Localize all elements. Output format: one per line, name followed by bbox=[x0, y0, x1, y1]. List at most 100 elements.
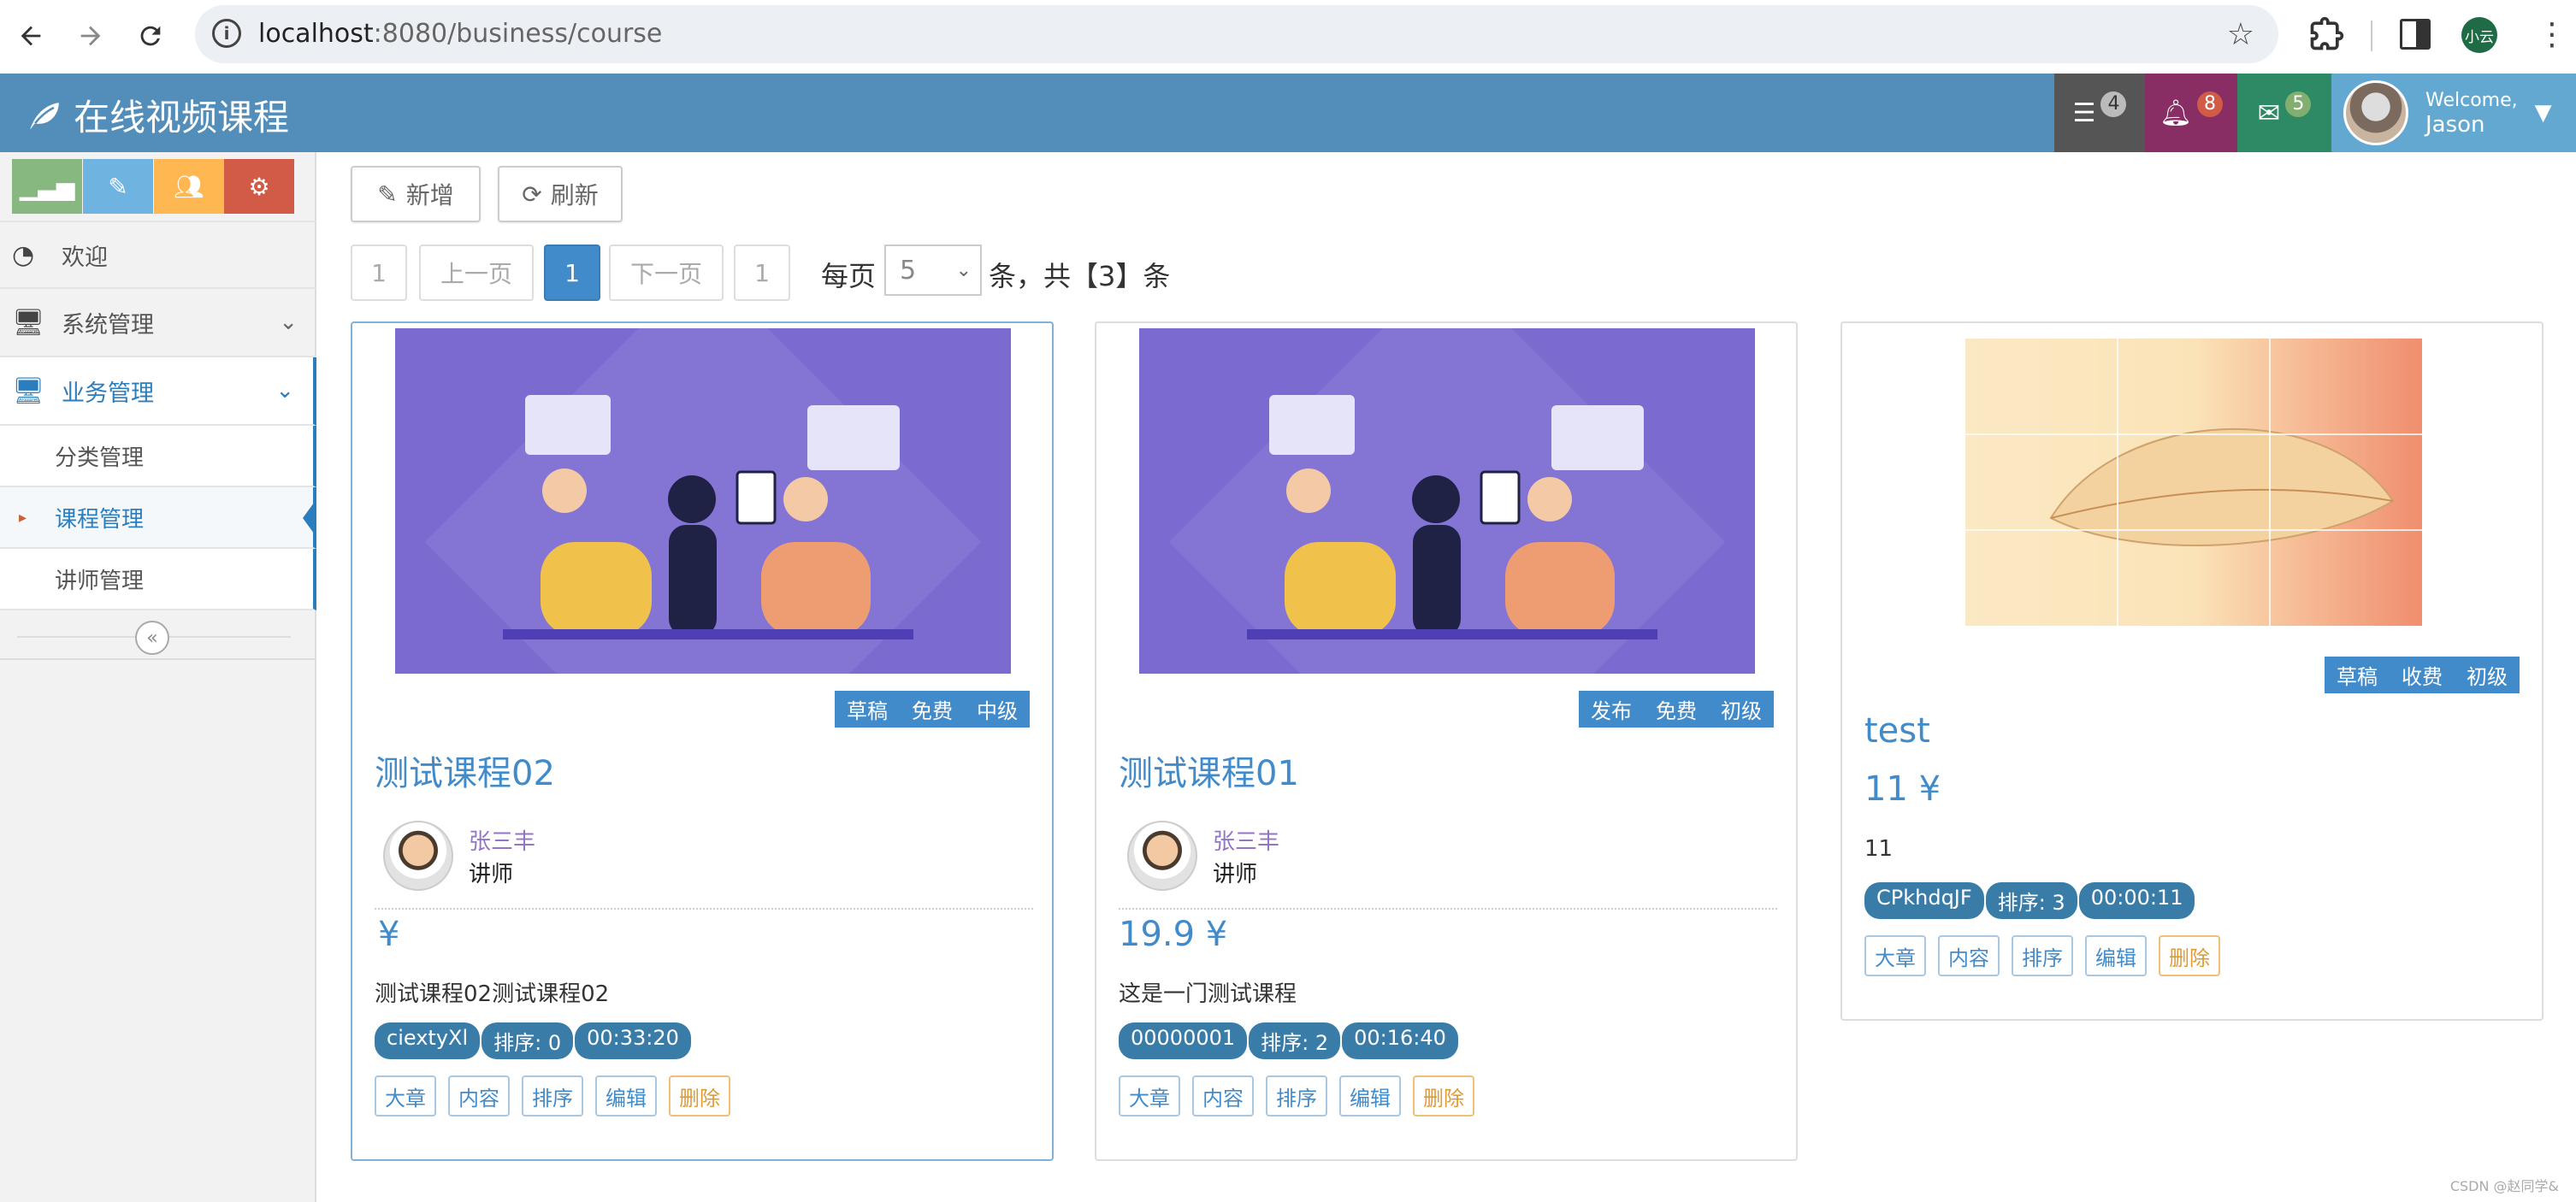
refresh-button[interactable]: ⟳ 刷新 bbox=[498, 166, 623, 222]
notifications-button[interactable]: 🔔︎ 8 bbox=[2145, 74, 2237, 152]
course-card: 发布 免费 初级 测试课程01 张三丰 讲师 19.9 ¥ 这是一门测试课程 0… bbox=[1095, 263, 1798, 1161]
teacher-avatar bbox=[1127, 821, 1197, 891]
course-tags: 草稿 免费 中级 bbox=[835, 691, 1030, 728]
brand-title: 在线视频课程 bbox=[74, 97, 290, 138]
user-menu[interactable]: Welcome, Jason ▼ bbox=[2331, 74, 2576, 152]
course-duration-pill: 00:00:11 bbox=[2078, 882, 2195, 919]
content-button[interactable]: 内容 bbox=[1938, 935, 2000, 976]
extensions-icon[interactable] bbox=[2307, 15, 2345, 56]
signal-icon: ▁▃▅ bbox=[19, 172, 75, 201]
edit-button[interactable]: 编辑 bbox=[1339, 1075, 1401, 1117]
chapter-button[interactable]: 大章 bbox=[1119, 1075, 1180, 1117]
course-price: ¥ bbox=[378, 915, 400, 954]
bookmark-star-icon[interactable]: ☆ bbox=[2227, 17, 2254, 52]
current-page-button[interactable]: 1 bbox=[544, 245, 600, 301]
course-title[interactable]: 测试课程01 bbox=[1119, 745, 1299, 795]
teacher-name[interactable]: 张三丰 bbox=[469, 824, 535, 856]
leaf-icon bbox=[27, 99, 62, 133]
course-price: 11 ¥ bbox=[1864, 769, 1941, 809]
chapter-button[interactable]: 大章 bbox=[375, 1075, 436, 1117]
card-divider bbox=[375, 908, 1033, 910]
tasks-button[interactable]: ☰ 4 bbox=[2054, 74, 2145, 152]
sidebar-item-label: 欢迎 bbox=[62, 244, 108, 271]
total-count-text: 条，共【3】条 bbox=[989, 260, 1171, 292]
teacher-role: 讲师 bbox=[1213, 862, 1258, 887]
course-code-pill: 00000001 bbox=[1119, 1022, 1248, 1059]
teacher-role: 讲师 bbox=[469, 862, 514, 887]
course-summary: 这是一门测试课程 bbox=[1119, 981, 1297, 1007]
chapter-button[interactable]: 大章 bbox=[1864, 935, 1926, 976]
card-divider bbox=[1119, 908, 1777, 910]
course-image bbox=[1965, 339, 2422, 626]
messages-button[interactable]: ✉ 5 bbox=[2237, 74, 2331, 152]
next-page-button[interactable]: 下一页 bbox=[609, 245, 724, 301]
signal-shortcut-button[interactable]: ▁▃▅ bbox=[12, 159, 82, 214]
tasks-icon: ☰ bbox=[2072, 97, 2096, 128]
sort-button[interactable]: 排序 bbox=[522, 1075, 583, 1117]
brand[interactable]: 在线视频课程 bbox=[26, 89, 289, 141]
course-code-pill: ciextyXl bbox=[375, 1022, 481, 1059]
teacher-avatar bbox=[383, 821, 453, 891]
profile-avatar[interactable]: 小云 bbox=[2461, 17, 2497, 53]
course-sort-pill: 排序: 2 bbox=[1249, 1022, 1341, 1059]
welcome-text: Welcome, bbox=[2425, 90, 2518, 111]
user-avatar bbox=[2343, 80, 2408, 145]
notifications-badge: 8 bbox=[2197, 91, 2224, 117]
sidebar-bottom-border bbox=[0, 658, 316, 660]
users-shortcut-button[interactable]: 👥︎ bbox=[154, 159, 224, 214]
url-text: localhost:8080/business/course bbox=[258, 19, 663, 49]
envelope-icon: ✉ bbox=[2257, 97, 2281, 129]
last-page-button[interactable]: 1 bbox=[734, 245, 790, 301]
sidebar-item-business[interactable]: 🖥︎ 业务管理 ⌄ bbox=[0, 357, 316, 426]
sidebar-item-system[interactable]: 🖥︎ 系统管理 ⌄ bbox=[0, 289, 316, 357]
content-button[interactable]: 内容 bbox=[1192, 1075, 1254, 1117]
course-image bbox=[1139, 263, 1755, 821]
course-duration-pill: 00:16:40 bbox=[1342, 1022, 1458, 1059]
prev-page-button[interactable]: 上一页 bbox=[419, 245, 534, 301]
delete-button[interactable]: 删除 bbox=[1413, 1075, 1474, 1117]
sidebar-subitem-course[interactable]: ▸ 课程管理 bbox=[0, 487, 316, 549]
course-tags: 草稿 收费 初级 bbox=[2325, 657, 2520, 693]
content-button[interactable]: 内容 bbox=[448, 1075, 510, 1117]
reload-icon[interactable] bbox=[130, 15, 171, 56]
sidebar-subitem-label: 讲师管理 bbox=[55, 568, 145, 594]
course-meta-pills: CPkhdqJF 排序: 3 00:00:11 bbox=[1864, 882, 2195, 919]
sidebar-subitem-category[interactable]: 分类管理 bbox=[0, 426, 316, 487]
edit-button[interactable]: 编辑 bbox=[2085, 935, 2147, 976]
per-page-select[interactable]: 5 ⌄ bbox=[884, 245, 982, 296]
sidebar-item-label: 系统管理 bbox=[62, 311, 154, 339]
pencil-shortcut-button[interactable]: ✎ bbox=[83, 159, 153, 214]
per-page-label: 每页 bbox=[821, 260, 877, 292]
forward-icon[interactable] bbox=[70, 15, 111, 56]
sidebar-item-welcome[interactable]: ◔ 欢迎 bbox=[0, 221, 316, 289]
side-panel-icon[interactable] bbox=[2400, 19, 2431, 50]
site-info-icon[interactable]: i bbox=[212, 19, 241, 48]
collapse-sidebar-icon[interactable]: « bbox=[135, 621, 169, 655]
course-price: 19.9 ¥ bbox=[1119, 915, 1228, 954]
cogs-shortcut-button[interactable]: ⚙ bbox=[224, 159, 294, 214]
course-title[interactable]: 测试课程02 bbox=[375, 745, 555, 795]
course-actions: 大章 内容 排序 编辑 删除 bbox=[375, 1075, 730, 1117]
more-menu-icon[interactable]: ⋮ bbox=[2537, 17, 2567, 52]
bell-icon: 🔔︎ bbox=[2159, 97, 2193, 128]
delete-button[interactable]: 删除 bbox=[669, 1075, 730, 1117]
add-button[interactable]: ✎ 新增 bbox=[351, 166, 481, 222]
cogs-icon: ⚙ bbox=[248, 172, 270, 201]
chevron-down-icon: ⌄ bbox=[955, 259, 972, 281]
sort-button[interactable]: 排序 bbox=[2012, 935, 2073, 976]
teacher-name[interactable]: 张三丰 bbox=[1213, 824, 1279, 856]
sidebar-subitem-teacher[interactable]: 讲师管理 bbox=[0, 549, 316, 610]
address-bar[interactable]: i localhost:8080/business/course ☆ bbox=[195, 5, 2278, 63]
course-title[interactable]: test bbox=[1864, 711, 1930, 751]
desktop-icon: 🖥︎ bbox=[12, 375, 45, 406]
refresh-icon: ⟳ bbox=[522, 180, 542, 209]
back-icon[interactable] bbox=[10, 15, 51, 56]
tasks-badge: 4 bbox=[2100, 91, 2127, 117]
messages-badge: 5 bbox=[2285, 91, 2312, 117]
sort-button[interactable]: 排序 bbox=[1266, 1075, 1327, 1117]
first-page-button[interactable]: 1 bbox=[351, 245, 407, 301]
edit-button[interactable]: 编辑 bbox=[595, 1075, 657, 1117]
course-summary: 11 bbox=[1864, 836, 1894, 862]
sidebar-item-label: 业务管理 bbox=[62, 380, 154, 407]
delete-button[interactable]: 删除 bbox=[2159, 935, 2220, 976]
